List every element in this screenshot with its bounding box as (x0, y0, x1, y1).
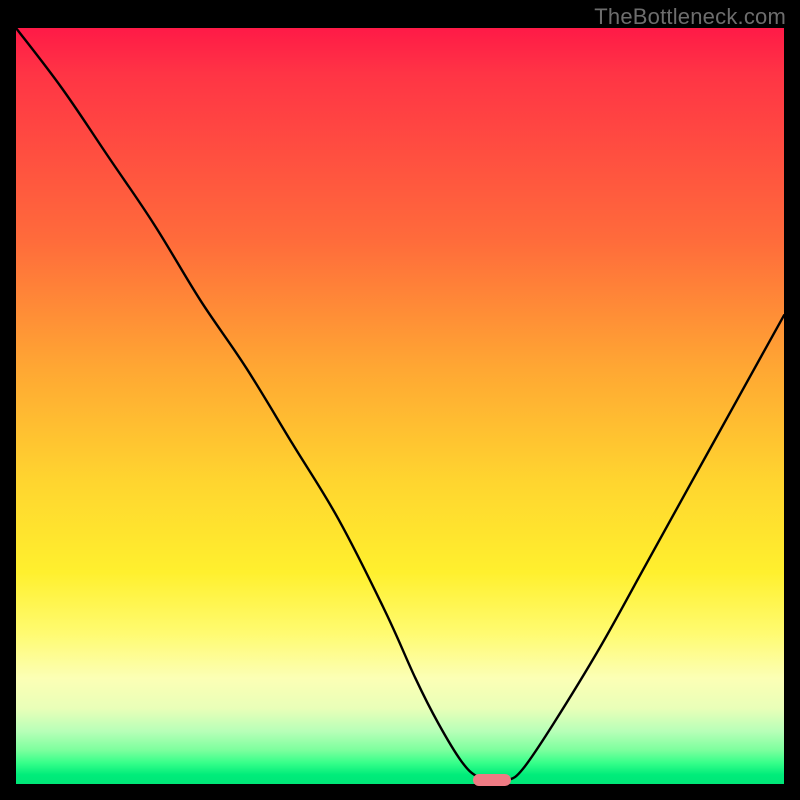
bottleneck-curve-line (16, 28, 784, 781)
plot-area (16, 28, 784, 784)
curve-svg (16, 28, 784, 784)
optimal-point-marker (473, 774, 511, 786)
watermark-text: TheBottleneck.com (594, 4, 786, 30)
chart-frame: TheBottleneck.com (0, 0, 800, 800)
